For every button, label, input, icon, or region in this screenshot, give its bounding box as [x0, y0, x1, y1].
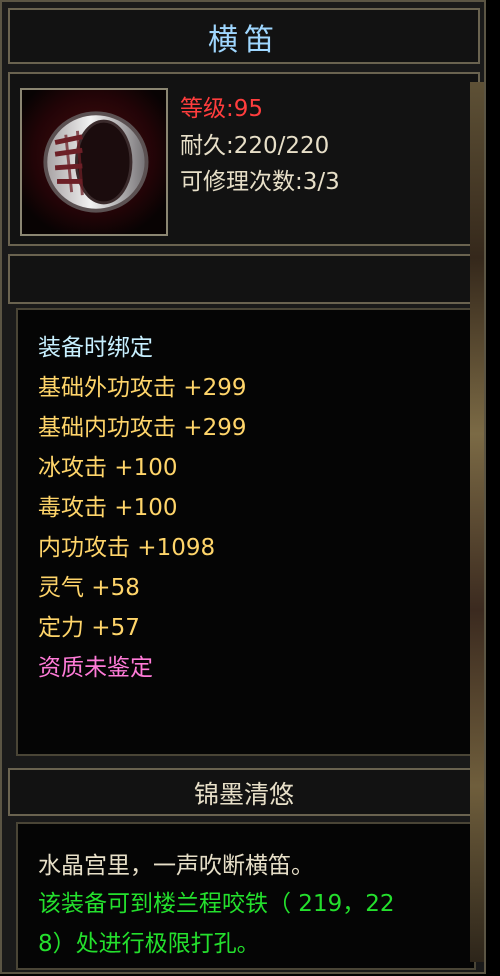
type-row: 戒指 ★★★★★★★★★	[8, 254, 480, 550]
ring-icon	[20, 88, 168, 236]
attribute-line: 定力 +57	[38, 615, 140, 641]
title-bar: 横笛	[8, 8, 480, 64]
attribute-line: 基础外功攻击 +299	[38, 375, 247, 401]
item-title: 横笛	[208, 23, 280, 58]
attribute-line: 灵气 +58	[38, 575, 140, 601]
description-panel: 水晶宫里，一声吹断横笛。 该装备可到楼兰程咬铁（ 219，22 8）处进行极限打…	[16, 822, 476, 970]
attributes-panel: 装备时绑定基础外功攻击 +299 基础内功攻击 +299 冰攻击 +100 毒攻击 +…	[16, 308, 476, 756]
side-decor	[470, 82, 484, 962]
attribute-line: 基础内功攻击 +299	[38, 415, 247, 441]
set-title: 锦墨清悠	[193, 780, 294, 809]
repair-count: 可修理次数:3/3	[180, 169, 340, 195]
description-line-1: 水晶宫里，一声吹断横笛。	[38, 853, 314, 879]
item-durability: 耐久:220/220	[180, 133, 330, 159]
item-tooltip: 横笛 等级:95 耐久:220/220 可修理次数:3/3 装备时绑定 基础外功…	[0, 0, 486, 974]
attribute-line: 内功攻击 +1098	[38, 535, 216, 561]
description-line-3: 8）处进行极限打孔。	[38, 931, 260, 957]
attribute-line: 资质未鉴定	[38, 655, 153, 681]
attribute-line: 装备时绑定	[38, 335, 153, 361]
item-level: 等级:95	[180, 96, 264, 122]
attribute-line: 毒攻击 +100	[38, 495, 178, 521]
description-line-2: 该装备可到楼兰程咬铁（ 219，22	[38, 891, 395, 917]
attribute-line: 冰攻击 +100	[38, 455, 178, 481]
set-row: 锦墨清悠	[8, 768, 480, 816]
